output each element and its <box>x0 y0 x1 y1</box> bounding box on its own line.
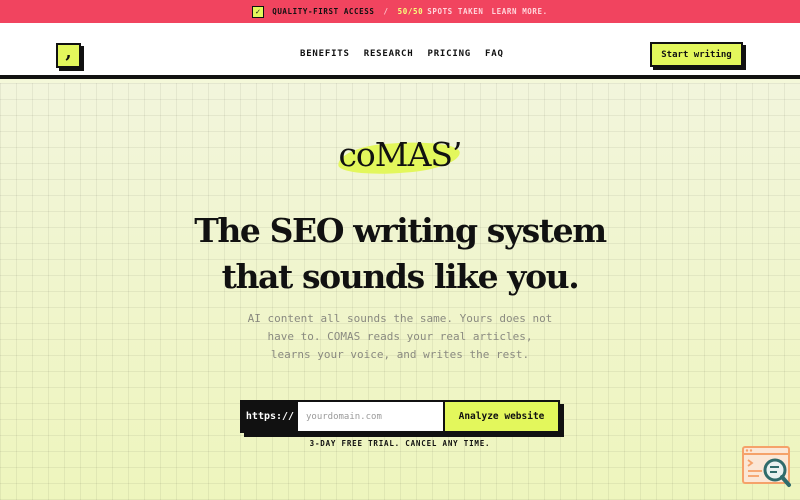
spots-count: 50/50 <box>397 7 424 16</box>
site-header: , BENEFITS RESEARCH PRICING FAQ Start wr… <box>0 23 800 79</box>
brand-logo: coMAS’ <box>334 133 466 183</box>
nav-faq[interactable]: FAQ <box>485 49 504 59</box>
url-prefix: https:// <box>242 402 298 431</box>
brand-wordmark: coMAS’ <box>338 135 462 174</box>
hero-headline: The SEO writing system that sounds like … <box>150 208 650 300</box>
learn-more-link[interactable]: LEARN MORE. <box>492 7 548 16</box>
subtitle-line-1: AI content all sounds the same. Yours do… <box>247 312 553 325</box>
trial-note: 3-DAY FREE TRIAL. CANCEL ANY TIME. <box>309 439 491 448</box>
headline-line-2: that sounds like you. <box>221 257 580 296</box>
hero-section: coMAS’ The SEO writing system that sound… <box>0 83 800 500</box>
subtitle-line-2: have to. COMAS reads your real articles, <box>267 330 533 343</box>
hero-subtitle: AI content all sounds the same. Yours do… <box>230 310 570 364</box>
analyze-website-button[interactable]: Analyze website <box>443 402 558 431</box>
headline-line-1: The SEO writing system <box>194 211 607 250</box>
check-icon: ✓ <box>252 5 265 18</box>
announcement-bar: ✓ QUALITY-FIRST ACCESS / 50/50 SPOTS TAK… <box>0 0 800 23</box>
nav-research[interactable]: RESEARCH <box>364 49 414 59</box>
announcement-separator: / <box>383 7 389 16</box>
main-nav: BENEFITS RESEARCH PRICING FAQ <box>300 49 504 59</box>
nav-pricing[interactable]: PRICING <box>428 49 472 59</box>
search-widget-button[interactable] <box>742 446 792 488</box>
announcement-label: QUALITY-FIRST ACCESS <box>272 7 375 16</box>
spots-label: SPOTS TAKEN <box>427 7 484 16</box>
nav-benefits[interactable]: BENEFITS <box>300 49 350 59</box>
domain-input[interactable] <box>298 402 443 431</box>
search-document-icon <box>742 446 791 487</box>
subtitle-line-3: learns your voice, and writes the rest. <box>270 348 530 361</box>
analyze-form: https:// Analyze website <box>240 400 560 433</box>
start-writing-button[interactable]: Start writing <box>650 42 743 67</box>
logo[interactable]: , <box>56 43 81 68</box>
